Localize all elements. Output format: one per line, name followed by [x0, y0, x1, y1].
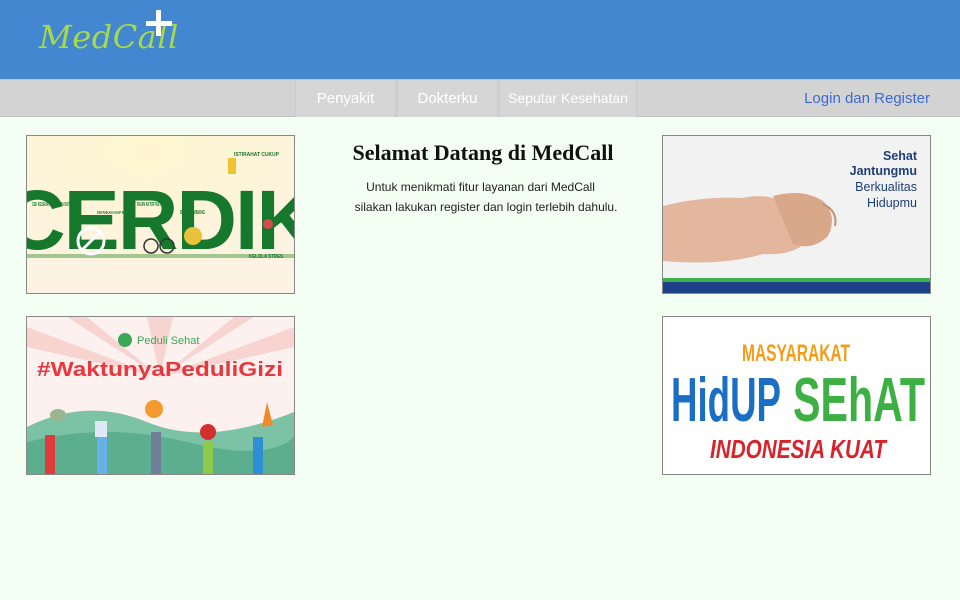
jantung-line-1: Sehat [883, 149, 918, 163]
jantung-line-2: Jantungmu [850, 164, 917, 178]
cerdik-diet: DIET SEIMBANG [180, 210, 205, 216]
cerdik-rajin: RAJIN AKTIFITAS FISIK [137, 202, 167, 208]
cerdik-word: CERDIK [27, 173, 294, 267]
masyarakat-hidup-sehat-banner: MASYARAKAT HidUP SEhAT INDONESIA KUAT [662, 316, 931, 475]
masyarakat-line-1: MASYARAKAT [742, 340, 850, 367]
nav-item-dokterku[interactable]: Dokterku [397, 80, 498, 117]
peduli-sehat-brand: Peduli Sehat [137, 335, 199, 347]
welcome-line-1: Untuk menikmati fitur layanan dari MedCa… [366, 180, 595, 194]
sehat-jantungmu-banner: Sehat Jantungmu Berkualitas Hidupmu [662, 135, 931, 294]
masyarakat-hidup: HidUP [671, 366, 781, 435]
leaf-logo-icon [118, 333, 132, 347]
welcome-title: Selamat Datang di MedCall [352, 140, 614, 165]
food-bowl-icon [184, 227, 202, 245]
cerdik-enyahkan: ENYAHKAN ASAP ROKOK [97, 210, 132, 215]
cerdik-cek: CEK KESEHATAN SECARA RUTIN [32, 202, 72, 208]
plus-icon [144, 8, 174, 38]
welcome-section: Selamat Datang di MedCall Untuk menikmat… [312, 140, 654, 217]
jantung-line-3: Berkualitas [855, 180, 917, 194]
vegetable-icon [50, 409, 66, 421]
apple-icon [200, 424, 216, 440]
gizi-hashtag: #WaktunyaPeduliGizi [37, 359, 283, 381]
nav-item-penyakit[interactable]: Penyakit [295, 80, 396, 117]
nav-bar: Penyakit Dokterku Seputar Kesehatan Logi… [0, 79, 960, 117]
nav-item-seputar-kesehatan[interactable]: Seputar Kesehatan [499, 80, 637, 117]
masyarakat-sehat: SEhAT [793, 366, 925, 435]
jantung-line-4: Hidupmu [867, 196, 917, 210]
peduli-gizi-banner: Peduli Sehat #WaktunyaPeduliGizi [26, 316, 295, 475]
arm-icon [45, 435, 55, 474]
login-register-link[interactable]: Login dan Register [804, 80, 930, 117]
yoga-person-icon [263, 219, 273, 229]
cerdik-kelola: KELOLA STRES [249, 254, 284, 260]
orange-icon [145, 400, 163, 418]
cerdik-istirahat: ISTIRAHAT CUKUP [234, 152, 280, 158]
masyarakat-line-3: INDONESIA KUAT [710, 434, 888, 464]
milk-icon [95, 421, 107, 437]
cerdik-banner: CERDIK CEK KESEHATAN SECARA RUTIN ENYAHK… [26, 135, 295, 294]
person-icon [228, 158, 236, 174]
header-bar: MedCall [0, 0, 960, 79]
welcome-line-2: silakan lakukan register dan login terle… [354, 200, 618, 214]
